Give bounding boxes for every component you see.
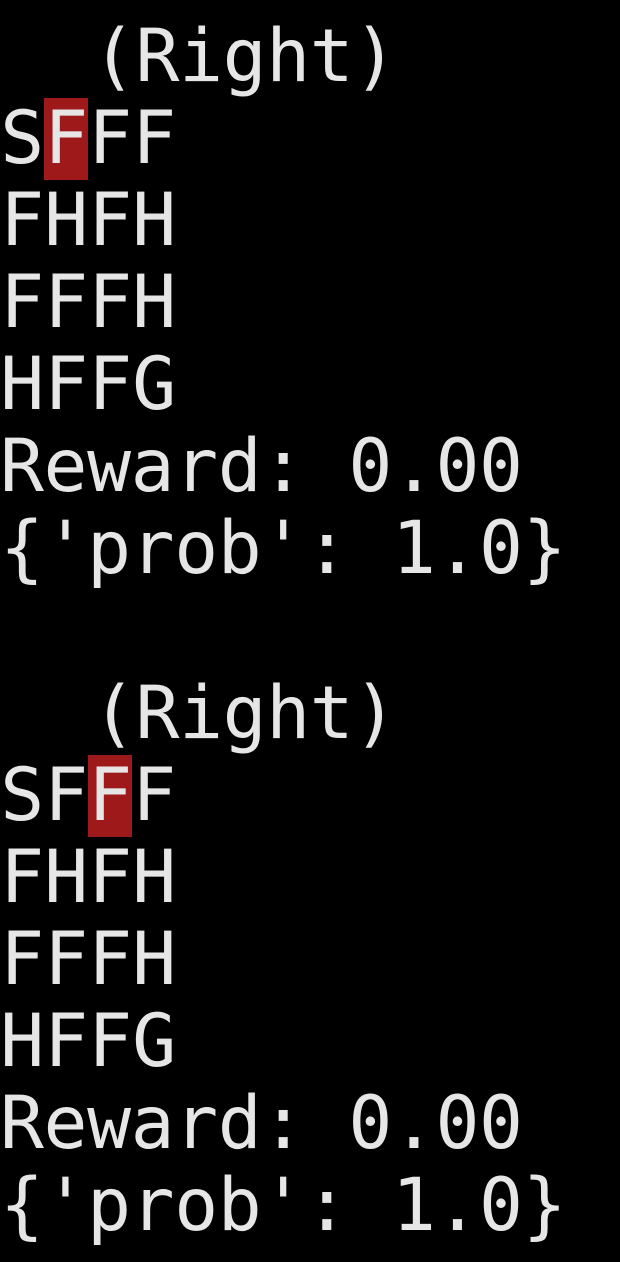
grid-row: FFFH xyxy=(0,262,620,344)
terminal-output: (Right) SFFF FHFH FFFH HFFG Reward: 0.00… xyxy=(0,0,620,1262)
grid-cell: F xyxy=(44,917,88,1002)
grid-cell: F xyxy=(44,999,88,1084)
grid-cell: G xyxy=(132,999,176,1084)
grid-cell: H xyxy=(0,342,44,427)
grid-cell: H xyxy=(44,178,88,263)
grid-row: FHFH xyxy=(0,837,620,919)
grid-cell: F xyxy=(88,835,132,920)
grid-cell: S xyxy=(0,96,44,181)
grid-cell: H xyxy=(132,917,176,1002)
grid-cell: F xyxy=(44,753,88,838)
grid-cell: G xyxy=(132,342,176,427)
grid-row: SFFF xyxy=(0,98,620,180)
grid-cell: F xyxy=(0,835,44,920)
grid-cell: H xyxy=(44,835,88,920)
reward-line: Reward: 0.00 xyxy=(0,424,523,509)
grid-cell: F xyxy=(88,178,132,263)
grid-cell: F xyxy=(0,178,44,263)
env-step-render: (Right) SFFF FHFH FFFH HFFG Reward: 0.00… xyxy=(0,16,620,590)
grid-cell: F xyxy=(132,96,176,181)
info-line: {'prob': 1.0} xyxy=(0,1163,567,1248)
grid-cell: H xyxy=(132,835,176,920)
grid-cell: F xyxy=(88,999,132,1084)
grid-cell: F xyxy=(0,917,44,1002)
grid-cell: F xyxy=(44,342,88,427)
grid-row: HFFG xyxy=(0,344,620,426)
agent-cell: F xyxy=(44,96,88,181)
env-step-render: (Right) SFFF FHFH FFFH HFFG Reward: 0.00… xyxy=(0,673,620,1247)
grid-cell: F xyxy=(44,260,88,345)
grid-row: SFFF xyxy=(0,755,620,837)
grid-cell: F xyxy=(88,260,132,345)
action-label: (Right) xyxy=(92,14,397,99)
grid-cell: F xyxy=(0,260,44,345)
grid-cell: F xyxy=(88,96,132,181)
grid-row: FHFH xyxy=(0,180,620,262)
agent-cell: F xyxy=(88,753,132,838)
action-label: (Right) xyxy=(92,671,397,756)
info-line: {'prob': 1.0} xyxy=(0,506,567,591)
grid-cell: H xyxy=(0,999,44,1084)
grid-cell: F xyxy=(88,342,132,427)
grid-cell: S xyxy=(0,753,44,838)
grid-cell: F xyxy=(88,917,132,1002)
grid-row: HFFG xyxy=(0,1001,620,1083)
grid-cell: F xyxy=(132,753,176,838)
grid-cell: H xyxy=(132,260,176,345)
grid-cell: H xyxy=(132,178,176,263)
reward-line: Reward: 0.00 xyxy=(0,1081,523,1166)
grid-row: FFFH xyxy=(0,919,620,1001)
